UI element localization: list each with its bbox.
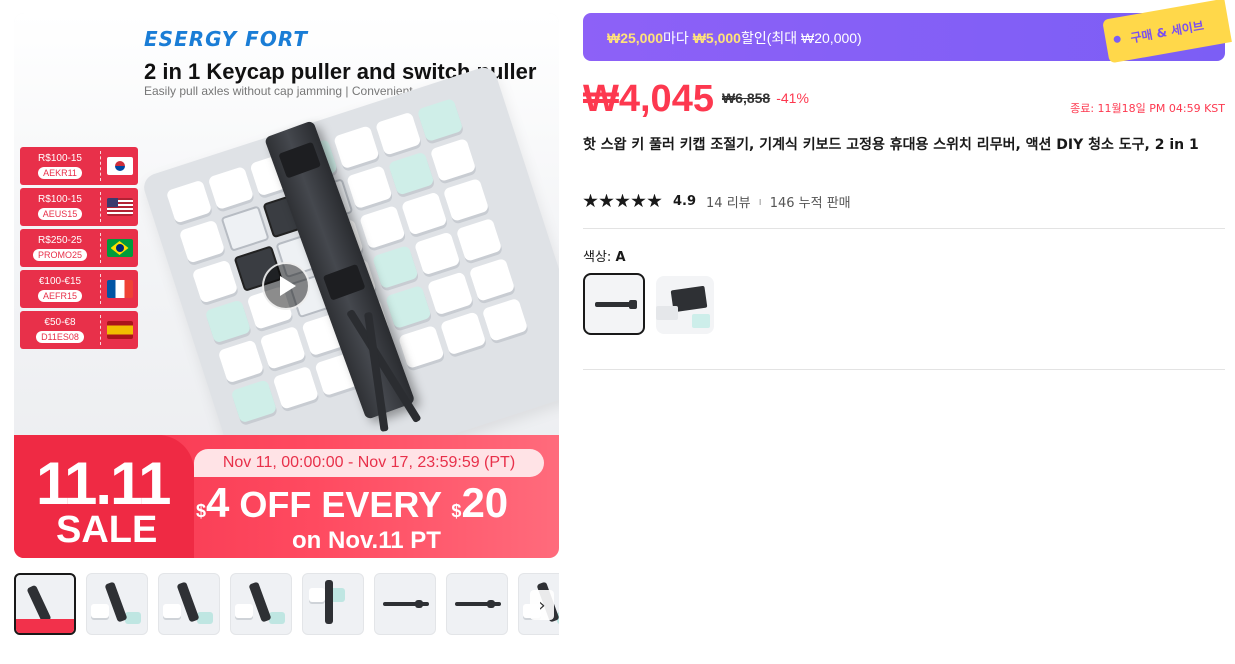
coupon-card[interactable]: €100-€15 AEFR15 (20, 270, 138, 308)
coupon-amount: €100-€15 (38, 276, 82, 287)
sale-word: SALE (56, 509, 158, 551)
divider (583, 369, 1225, 370)
flag-fr-icon (106, 280, 133, 298)
off-amount: 4 (206, 479, 230, 526)
sale-date-big: 11.11 (36, 450, 172, 517)
coupon-flag-wrap (101, 311, 138, 349)
sale-badge: 11.11 SALE (14, 435, 194, 558)
coupon-info: R$100-15 AEUS15 (20, 188, 100, 226)
thumbnail-next-arrow[interactable]: › (530, 590, 554, 620)
coupon-amount: €50-€8 (44, 317, 76, 328)
coupon-flag-wrap (101, 229, 138, 267)
rating-score: 4.9 (673, 193, 697, 209)
coupon-amount: R$100-15 (38, 194, 82, 205)
play-icon (280, 276, 296, 296)
promo-text: ₩25,000마다 ₩5,000할인(최대 ₩20,000) (607, 28, 862, 48)
coupon-flag-wrap (101, 188, 138, 226)
price-row: ₩4,045 ₩6,858 -41% (583, 78, 809, 122)
discount-percent: -41% (776, 90, 809, 106)
thumbnail[interactable] (302, 573, 364, 635)
main-product-image[interactable]: ESERGY FORT 2 in 1 Keycap puller and swi… (14, 13, 559, 558)
color-label: 색상: A (583, 246, 626, 265)
promo-per: 마다 (663, 30, 693, 46)
currency-symbol: $ (451, 501, 462, 521)
thumbnail[interactable] (86, 573, 148, 635)
divider (583, 228, 1225, 229)
coupon-code: AEFR15 (37, 290, 82, 302)
rating-separator: ı (758, 194, 762, 208)
sale-end-time: 종료: 11월18일 PM 04:59 KST (1070, 102, 1225, 115)
off-text: OFF EVERY (229, 484, 452, 525)
currency-symbol: $ (196, 501, 207, 521)
sold-count: 146 누적 판매 (769, 195, 851, 211)
flag-br-icon (106, 239, 133, 257)
thumbnail[interactable] (158, 573, 220, 635)
star-icon (631, 193, 646, 208)
star-icon (647, 193, 662, 208)
color-selected-value: A (615, 250, 626, 265)
flag-kr-icon (106, 157, 133, 175)
thumbnail[interactable] (230, 573, 292, 635)
coupon-flag-wrap (101, 270, 138, 308)
thumbnail-strip (14, 573, 559, 637)
color-swatch-b[interactable] (656, 276, 714, 334)
product-page: ESERGY FORT 2 in 1 Keycap puller and swi… (0, 0, 1235, 664)
star-icon (599, 193, 614, 208)
sale-offer: $4 OFF EVERY $20 (196, 479, 508, 527)
play-video-button[interactable] (262, 262, 310, 310)
review-count-link[interactable]: 14 리뷰 (706, 192, 751, 211)
coupon-code: PROMO25 (32, 249, 87, 261)
sale-banner: 11.11 SALE Nov 11, 00:00:00 - Nov 17, 23… (14, 435, 559, 558)
coupon-code: D11ES08 (36, 331, 84, 343)
sale-dates: Nov 11, 00:00:00 - Nov 17, 23:59:59 (PT) (194, 449, 544, 477)
coupon-amount: R$100-15 (38, 153, 82, 164)
coupon-card[interactable]: R$100-15 AEKR11 (20, 147, 138, 185)
product-title: 핫 스왑 키 풀러 키캡 조절기, 기계식 키보드 고정용 휴대용 스위치 리무… (583, 137, 1199, 153)
rating-row[interactable]: 4.9 14 리뷰 ı 146 누적 판매 (583, 191, 851, 211)
flag-es-icon (106, 321, 133, 339)
coupon-flag-wrap (101, 147, 138, 185)
coupon-card[interactable]: R$100-15 AEUS15 (20, 188, 138, 226)
coupon-info: R$250-25 PROMO25 (20, 229, 100, 267)
coupon-list: R$100-15 AEKR11 R$100-15 AEUS15 R$250-25 PROM… (20, 147, 138, 352)
every-amount: 20 (461, 479, 509, 526)
thumbnail[interactable] (374, 573, 436, 635)
color-label-text: 색상: (583, 250, 616, 265)
brand-logo: ESERGY FORT (144, 27, 308, 51)
coupon-code: AEKR11 (38, 167, 82, 179)
flag-us-icon (106, 198, 133, 216)
coupon-info: €50-€8 D11ES08 (20, 311, 100, 349)
star-rating (583, 193, 662, 209)
original-price: ₩6,858 (721, 90, 771, 106)
color-swatch-a[interactable] (583, 273, 645, 335)
promo-tail: 할인(최대 ₩20,000) (740, 30, 862, 46)
promo-threshold: ₩25,000 (607, 30, 664, 46)
coupon-info: €100-€15 AEFR15 (20, 270, 100, 308)
coupon-card[interactable]: €50-€8 D11ES08 (20, 311, 138, 349)
promo-discount: ₩5,000 (692, 30, 741, 46)
star-icon (583, 193, 598, 208)
thumbnail[interactable] (14, 573, 76, 635)
coupon-info: R$100-15 AEKR11 (20, 147, 100, 185)
star-icon (615, 193, 630, 208)
coupon-code: AEUS15 (37, 208, 83, 220)
current-price: ₩4,045 (583, 78, 714, 120)
thumbnail[interactable] (446, 573, 508, 635)
sale-on-date: on Nov.11 PT (292, 527, 441, 554)
coupon-amount: R$250-25 (38, 235, 82, 246)
coupon-card[interactable]: R$250-25 PROMO25 (20, 229, 138, 267)
